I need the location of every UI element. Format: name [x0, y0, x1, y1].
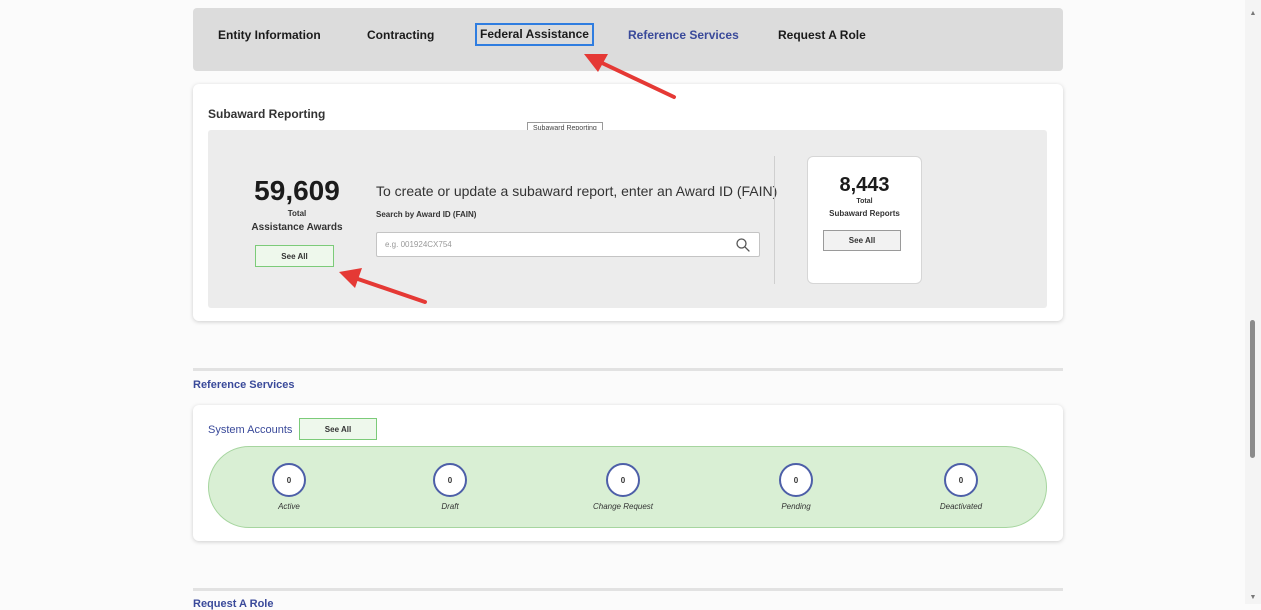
- assistance-awards-total-label: Total: [287, 209, 307, 218]
- award-id-search-box: [376, 232, 760, 257]
- status-draft-count[interactable]: 0: [433, 463, 467, 497]
- reference-services-heading: Reference Services: [193, 379, 295, 391]
- search-icon[interactable]: [735, 237, 751, 253]
- tab-reference-services[interactable]: Reference Services: [628, 28, 739, 42]
- subaward-reports-see-all-button[interactable]: See All: [823, 230, 901, 251]
- status-pending-label: Pending: [781, 502, 811, 511]
- request-a-role-heading: Request A Role: [193, 598, 274, 610]
- status-deactivated-count[interactable]: 0: [944, 463, 978, 497]
- status-deactivated-label: Deactivated: [939, 502, 983, 511]
- scroll-up-icon[interactable]: ▲: [1249, 10, 1257, 18]
- tab-contracting[interactable]: Contracting: [367, 28, 434, 42]
- subaward-reports-count: 8,443: [839, 174, 890, 196]
- subaward-prompt: To create or update a subaward report, e…: [376, 183, 778, 199]
- subaward-reporting-title: Subaward Reporting: [208, 107, 326, 121]
- status-change-request-count[interactable]: 0: [606, 463, 640, 497]
- status-active-label: Active: [278, 502, 300, 511]
- status-draft-label: Draft: [441, 502, 459, 511]
- assistance-awards-count: 59,609: [254, 175, 340, 206]
- status-pending-count[interactable]: 0: [779, 463, 813, 497]
- status-change-request-label: Change Request: [592, 502, 654, 511]
- section-divider: [193, 588, 1063, 591]
- assistance-awards-label: Assistance Awards: [251, 222, 343, 233]
- scroll-thumb[interactable]: [1250, 320, 1255, 458]
- page: Entity Information Contracting Federal A…: [0, 0, 1261, 610]
- subaward-reports-label: Subaward Reports: [829, 209, 900, 218]
- scroll-down-icon[interactable]: ▼: [1249, 594, 1257, 602]
- system-accounts-link[interactable]: System Accounts: [208, 424, 292, 436]
- tab-federal-assistance[interactable]: Federal Assistance: [475, 23, 594, 46]
- tab-entity-information[interactable]: Entity Information: [218, 28, 321, 42]
- assistance-awards-see-all-button[interactable]: See All: [255, 245, 334, 267]
- vertical-scrollbar[interactable]: ▲ ▼: [1245, 0, 1261, 604]
- tab-request-a-role[interactable]: Request A Role: [778, 28, 866, 42]
- panel-divider: [774, 156, 775, 284]
- system-accounts-see-all-button[interactable]: See All: [299, 418, 377, 440]
- award-id-search-input[interactable]: [377, 233, 727, 256]
- status-active-count[interactable]: 0: [272, 463, 306, 497]
- search-label: Search by Award ID (FAIN): [376, 210, 477, 219]
- subaward-reports-total-label: Total: [856, 198, 873, 205]
- section-divider: [193, 368, 1063, 371]
